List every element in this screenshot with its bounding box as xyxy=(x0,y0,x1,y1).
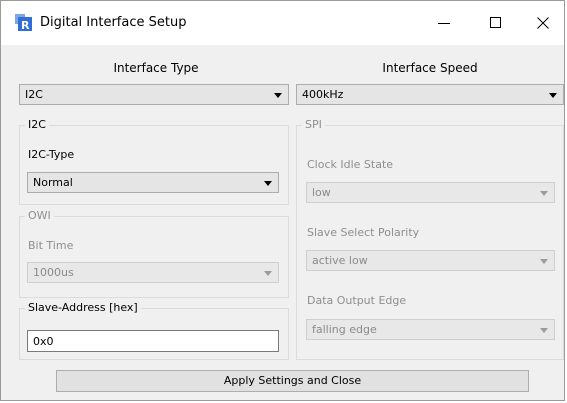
title-bar[interactable]: R Digital Interface Setup xyxy=(1,1,564,45)
owi-group: OWI Bit Time 1000us xyxy=(19,209,289,298)
bit-time-select[interactable]: 1000us xyxy=(27,262,279,283)
chevron-down-icon xyxy=(540,328,548,333)
svg-text:R: R xyxy=(21,19,30,31)
spi-group-title: SPI xyxy=(302,118,325,132)
i2c-type-select[interactable]: Normal xyxy=(27,172,279,193)
slave-select-label: Slave Select Polarity xyxy=(307,226,420,239)
maximize-icon xyxy=(490,17,501,28)
i2c-type-value: Normal xyxy=(33,176,73,189)
chevron-down-icon xyxy=(264,271,272,276)
interface-type-label: Interface Type xyxy=(113,61,199,75)
apply-settings-button[interactable]: Apply Settings and Close xyxy=(56,370,529,392)
clock-idle-label: Clock Idle State xyxy=(307,158,394,171)
data-output-label: Data Output Edge xyxy=(307,294,407,307)
dialog-window: R Digital Interface Setup Interface Type… xyxy=(0,0,565,401)
chevron-down-icon xyxy=(264,181,272,186)
close-button[interactable] xyxy=(520,1,566,45)
interface-type-value: I2C xyxy=(25,88,43,101)
slave-address-input[interactable]: 0x0 xyxy=(27,330,279,352)
i2c-group-title: I2C xyxy=(25,118,49,132)
bit-time-label: Bit Time xyxy=(28,239,74,252)
slave-select-value: active low xyxy=(312,254,368,267)
chevron-down-icon xyxy=(274,93,282,98)
i2c-group: I2C I2C-Type Normal xyxy=(19,118,289,205)
minimize-button[interactable] xyxy=(421,1,467,45)
owi-group-title: OWI xyxy=(25,209,54,223)
maximize-button[interactable] xyxy=(473,1,519,45)
minimize-icon xyxy=(438,23,450,24)
interface-type-select[interactable]: I2C xyxy=(19,84,289,105)
slave-address-group: Slave-Address [hex] 0x0 xyxy=(19,301,289,360)
slave-address-value: 0x0 xyxy=(33,335,54,348)
bit-time-value: 1000us xyxy=(33,266,74,279)
app-icon: R xyxy=(15,14,32,31)
interface-speed-label: Interface Speed xyxy=(382,61,478,75)
dialog-body: Interface Type Interface Speed I2C 400kH… xyxy=(1,45,564,400)
close-icon xyxy=(537,17,549,29)
data-output-value: falling edge xyxy=(312,323,377,336)
data-output-select[interactable]: falling edge xyxy=(306,319,555,340)
chevron-down-icon xyxy=(549,93,557,98)
interface-speed-select[interactable]: 400kHz xyxy=(296,84,564,105)
clock-idle-value: low xyxy=(312,186,331,199)
window-title: Digital Interface Setup xyxy=(40,15,187,30)
slave-address-title: Slave-Address [hex] xyxy=(25,301,141,315)
i2c-type-label: I2C-Type xyxy=(28,148,75,161)
slave-select-select[interactable]: active low xyxy=(306,250,555,271)
interface-speed-value: 400kHz xyxy=(302,88,344,101)
spi-group: SPI Clock Idle State low Slave Select Po… xyxy=(296,118,564,360)
chevron-down-icon xyxy=(540,191,548,196)
clock-idle-select[interactable]: low xyxy=(306,182,555,203)
chevron-down-icon xyxy=(540,259,548,264)
